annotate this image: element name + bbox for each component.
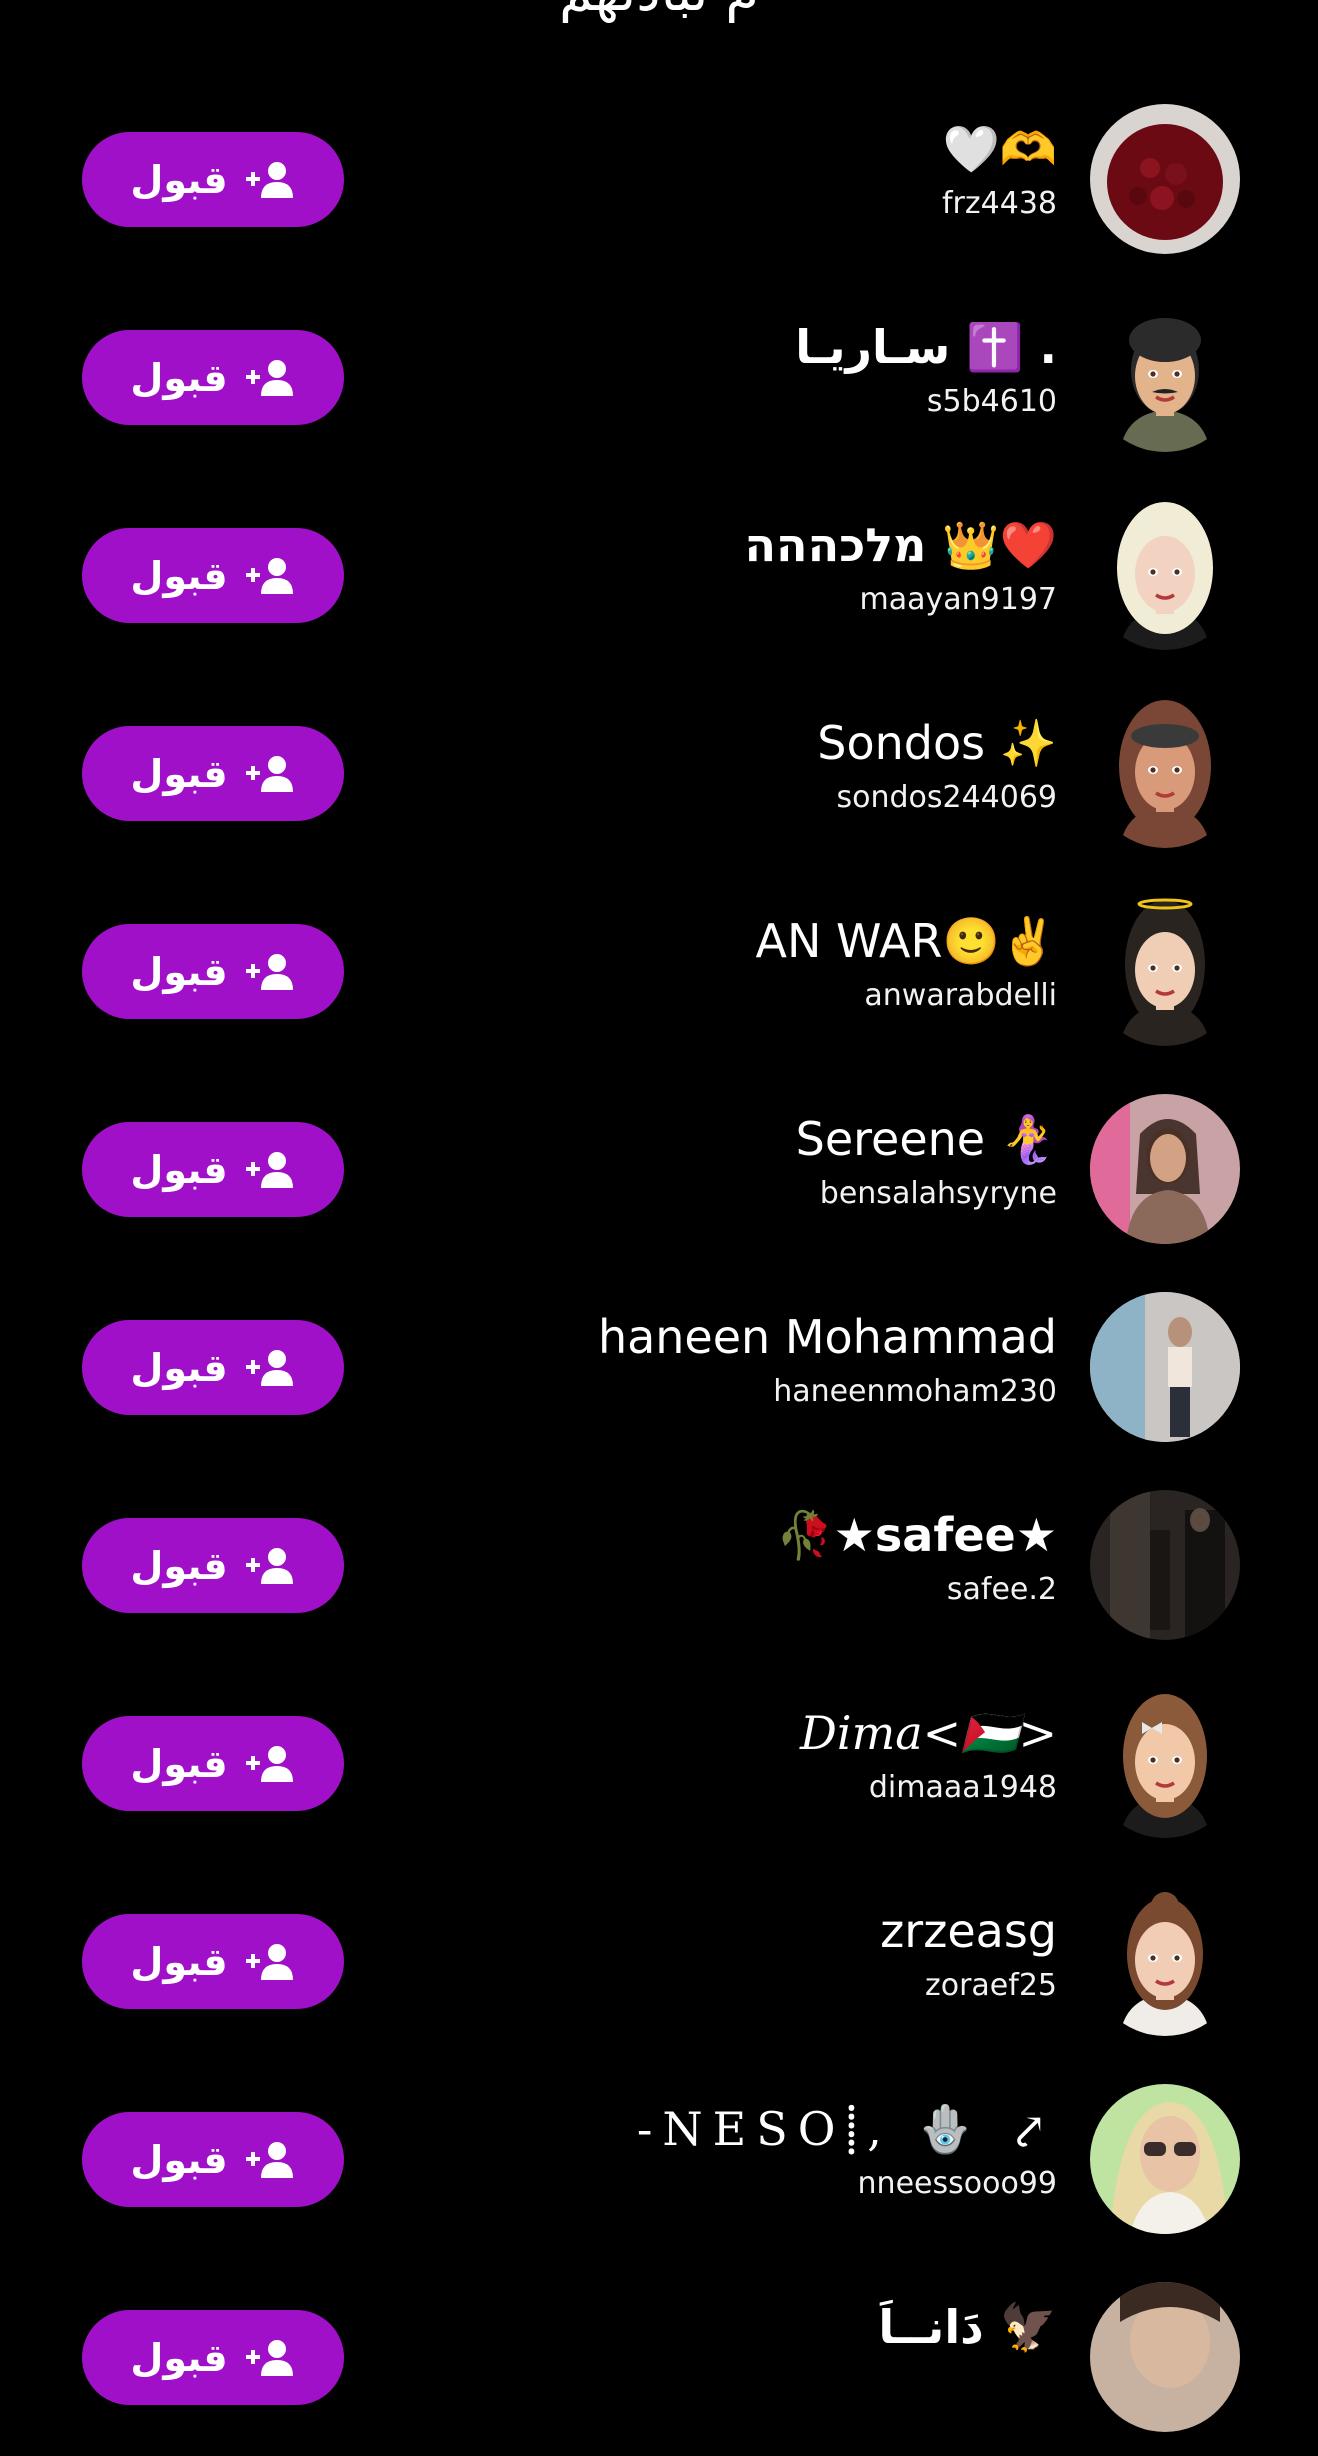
avatar[interactable] bbox=[1090, 698, 1240, 848]
name-block: מלכההה 👑❤️ maayan9197 bbox=[297, 512, 1057, 622]
avatar[interactable] bbox=[1090, 896, 1240, 1046]
name-block: Sondos ✨ sondos244069 bbox=[297, 710, 1057, 820]
display-name: دَانــاَ 🦅 bbox=[878, 2300, 1057, 2354]
add-friend-icon bbox=[245, 1942, 296, 1982]
username: bensalahsyryne bbox=[819, 1176, 1057, 1211]
username: nneessooo99 bbox=[857, 2166, 1057, 2201]
username: haneenmoham230 bbox=[773, 1374, 1057, 1409]
display-name: Dima<🇵🇸> bbox=[800, 1706, 1057, 1760]
friend-request-row[interactable]: zrzeasg zoraef25 قبول bbox=[0, 1862, 1318, 2060]
username: sondos244069 bbox=[836, 780, 1057, 815]
name-block: دَانــاَ 🦅 bbox=[297, 2294, 1057, 2360]
friend-request-row[interactable]: Dima<🇵🇸> dimaaa1948 قبول bbox=[0, 1664, 1318, 1862]
display-name: سـاريـا ✝️ . bbox=[795, 320, 1057, 374]
accept-button[interactable]: قبول bbox=[82, 2310, 344, 2405]
display-name: Sondos ✨ bbox=[817, 716, 1057, 770]
display-name: Sereene 🧜‍♀️ bbox=[795, 1112, 1057, 1166]
accept-button[interactable]: قبول bbox=[82, 924, 344, 1019]
avatar[interactable] bbox=[1090, 1094, 1240, 1244]
friend-request-row[interactable]: AN WAR🙂✌️ anwarabdelli قبول bbox=[0, 872, 1318, 1070]
accept-button-label: قبول bbox=[130, 355, 228, 400]
accept-button-label: قبول bbox=[130, 751, 228, 796]
add-friend-icon bbox=[245, 2140, 296, 2180]
name-block: -NESO⸽, 🪬 ⤤ nneessooo99 bbox=[297, 2096, 1057, 2206]
avatar[interactable] bbox=[1090, 104, 1240, 254]
display-name: 🤍🫶 bbox=[942, 122, 1057, 176]
accept-button-label: قبول bbox=[130, 553, 228, 598]
avatar[interactable] bbox=[1090, 302, 1240, 452]
accept-button-label: قبول bbox=[130, 2137, 228, 2182]
add-friend-icon bbox=[245, 1546, 296, 1586]
friend-request-row[interactable]: מלכההה 👑❤️ maayan9197 قبول bbox=[0, 476, 1318, 674]
add-friend-icon bbox=[245, 754, 296, 794]
avatar[interactable] bbox=[1090, 2282, 1240, 2432]
accept-button[interactable]: قبول bbox=[82, 1122, 344, 1217]
accept-button[interactable]: قبول bbox=[82, 1914, 344, 2009]
display-name: zrzeasg bbox=[880, 1904, 1057, 1958]
username: zoraef25 bbox=[924, 1968, 1057, 2003]
add-friend-icon bbox=[245, 1150, 296, 1190]
display-name: haneen Mohammad bbox=[597, 1310, 1057, 1364]
accept-button[interactable]: قبول bbox=[82, 1716, 344, 1811]
name-block: سـاريـا ✝️ . s5b4610 bbox=[297, 314, 1057, 424]
name-block: 🤍🫶 frz4438 bbox=[297, 116, 1057, 226]
accept-button[interactable]: قبول bbox=[82, 2112, 344, 2207]
friend-request-row[interactable]: دَانــاَ 🦅 قبول bbox=[0, 2258, 1318, 2456]
friend-request-row[interactable]: -NESO⸽, 🪬 ⤤ nneessooo99 قبول bbox=[0, 2060, 1318, 2258]
friend-request-row[interactable]: Sereene 🧜‍♀️ bensalahsyryne قبول bbox=[0, 1070, 1318, 1268]
name-block: 🥀★safee★ safee.2 bbox=[297, 1502, 1057, 1612]
avatar[interactable] bbox=[1090, 500, 1240, 650]
username: maayan9197 bbox=[859, 582, 1058, 617]
add-friend-icon bbox=[245, 160, 296, 200]
accept-button[interactable]: قبول bbox=[82, 1518, 344, 1613]
username: frz4438 bbox=[942, 186, 1057, 221]
friend-request-row[interactable]: haneen Mohammad haneenmoham230 قبول bbox=[0, 1268, 1318, 1466]
avatar[interactable] bbox=[1090, 2084, 1240, 2234]
accept-button-label: قبول bbox=[130, 1741, 228, 1786]
accept-button-label: قبول bbox=[130, 2335, 228, 2380]
page-title: م تبادلهم bbox=[0, 0, 1318, 23]
name-block: Sereene 🧜‍♀️ bensalahsyryne bbox=[297, 1106, 1057, 1216]
accept-button-label: قبول bbox=[130, 1939, 228, 1984]
name-block: haneen Mohammad haneenmoham230 bbox=[297, 1304, 1057, 1414]
accept-button-label: قبول bbox=[130, 949, 228, 994]
avatar[interactable] bbox=[1090, 1490, 1240, 1640]
accept-button[interactable]: قبول bbox=[82, 132, 344, 227]
accept-button-label: قبول bbox=[130, 1147, 228, 1192]
accept-button[interactable]: قبول bbox=[82, 726, 344, 821]
display-name: AN WAR🙂✌️ bbox=[755, 914, 1057, 968]
accept-button-label: قبول bbox=[130, 1543, 228, 1588]
friend-request-row[interactable]: 🤍🫶 frz4438 قبول bbox=[0, 80, 1318, 278]
name-block: zrzeasg zoraef25 bbox=[297, 1898, 1057, 2008]
avatar[interactable] bbox=[1090, 1886, 1240, 2036]
username: safee.2 bbox=[946, 1572, 1057, 1607]
accept-button[interactable]: قبول bbox=[82, 1320, 344, 1415]
add-friend-icon bbox=[245, 952, 296, 992]
avatar[interactable] bbox=[1090, 1688, 1240, 1838]
friend-request-row[interactable]: سـاريـا ✝️ . s5b4610 قبول bbox=[0, 278, 1318, 476]
add-friend-icon bbox=[245, 1744, 296, 1784]
accept-button[interactable]: قبول bbox=[82, 528, 344, 623]
friend-request-row[interactable]: Sondos ✨ sondos244069 قبول bbox=[0, 674, 1318, 872]
name-block: Dima<🇵🇸> dimaaa1948 bbox=[297, 1700, 1057, 1810]
accept-button-label: قبول bbox=[130, 157, 228, 202]
name-block: AN WAR🙂✌️ anwarabdelli bbox=[297, 908, 1057, 1018]
avatar[interactable] bbox=[1090, 1292, 1240, 1442]
display-name: מלכההה 👑❤️ bbox=[744, 518, 1057, 572]
add-friend-icon bbox=[245, 2338, 296, 2378]
accept-button[interactable]: قبول bbox=[82, 330, 344, 425]
display-name: -NESO⸽, 🪬 ⤤ bbox=[636, 2102, 1057, 2156]
accept-button-label: قبول bbox=[130, 1345, 228, 1390]
username: anwarabdelli bbox=[864, 978, 1057, 1013]
add-friend-icon bbox=[245, 358, 296, 398]
username: dimaaa1948 bbox=[868, 1770, 1057, 1805]
add-friend-icon bbox=[245, 1348, 296, 1388]
username: s5b4610 bbox=[926, 384, 1057, 419]
friend-request-row[interactable]: 🥀★safee★ safee.2 قبول bbox=[0, 1466, 1318, 1664]
add-friend-icon bbox=[245, 556, 296, 596]
display-name: 🥀★safee★ bbox=[776, 1508, 1057, 1562]
